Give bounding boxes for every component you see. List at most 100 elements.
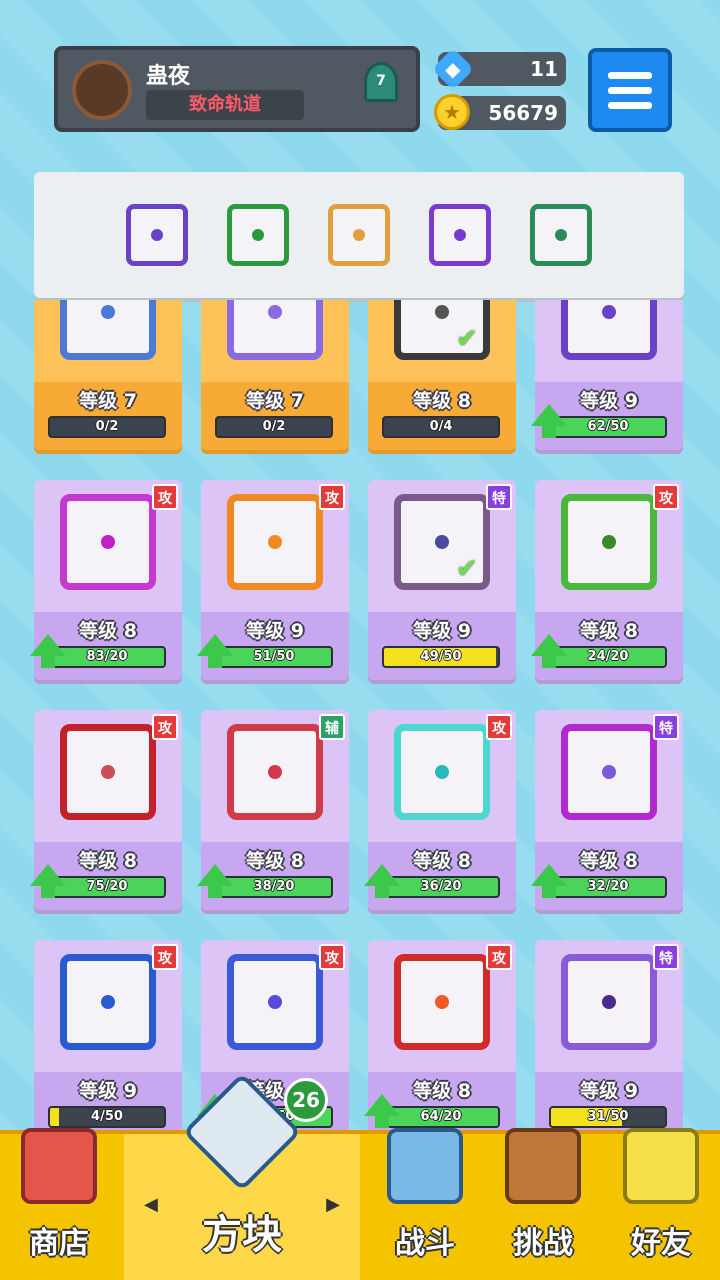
progress-text: 83/20 (86, 649, 128, 664)
upgrade-arrow-icon[interactable] (364, 864, 400, 898)
nav-battle[interactable]: 战斗 (366, 1128, 484, 1280)
dice-pip (268, 305, 282, 319)
dice-level: 等级 8 (413, 390, 471, 412)
coin-counter[interactable]: ★ 56679 (434, 94, 566, 130)
dice-type-tag: 攻 (653, 484, 679, 510)
dice-pip (101, 305, 115, 319)
progress-text: 32/20 (587, 879, 629, 894)
dice-face (60, 300, 156, 360)
dice-card[interactable]: 辅等级 8 38/20 (197, 710, 349, 910)
dice-face (60, 494, 156, 590)
player-profile-panel[interactable]: 蛊夜 致命轨道 7 (54, 46, 420, 132)
dice-face (60, 724, 156, 820)
upgrade-arrow-icon[interactable] (197, 634, 233, 668)
equipped-check-icon: ✔ (456, 324, 478, 354)
upgrade-progress-bar: 49/50 (382, 646, 500, 668)
dice-type-tag: 攻 (319, 944, 345, 970)
dice-type-tag: 攻 (152, 944, 178, 970)
menu-button[interactable] (588, 48, 672, 132)
dice-card[interactable]: 特 ✔ 等级 9 49/50 (368, 480, 516, 680)
upgrade-arrow-icon[interactable] (197, 864, 233, 898)
dice-face (227, 724, 323, 820)
dice-type-tag: 特 (486, 484, 512, 510)
dice-card[interactable]: 特等级 8 32/20 (531, 710, 683, 910)
dice-card[interactable]: 攻等级 8 36/20 (364, 710, 516, 910)
dice-card[interactable]: 攻等级 9 4/50 (34, 940, 182, 1130)
dice-face (227, 494, 323, 590)
dice-face (561, 494, 657, 590)
dice-card[interactable]: 等级 7 0/2 (201, 300, 349, 450)
dice-card[interactable]: 攻等级 8 24/20 (531, 480, 683, 680)
upgrade-arrow-icon[interactable] (531, 864, 567, 898)
equipped-slot-wind-dice[interactable] (530, 204, 592, 266)
dice-level: 等级 7 (79, 390, 137, 412)
dice-face (227, 954, 323, 1050)
friend-character-icon (623, 1128, 699, 1204)
dice-pip (602, 535, 616, 549)
nav-shop[interactable]: 商店 (0, 1128, 118, 1280)
dice-pip (101, 995, 115, 1009)
upgrade-progress-bar: 4/50 (48, 1106, 166, 1128)
dice-card[interactable]: 特等级 9 31/50 (535, 940, 683, 1130)
upgrade-arrow-icon[interactable] (364, 1094, 400, 1128)
dice-pip (101, 765, 115, 779)
dice-level: 等级 9 (580, 1080, 638, 1102)
dice-face (394, 724, 490, 820)
player-title: 致命轨道 (146, 90, 304, 120)
hamburger-icon (608, 71, 652, 79)
dice-type-tag: 攻 (152, 714, 178, 740)
upgrade-arrow-icon[interactable] (30, 864, 66, 898)
avatar[interactable] (72, 60, 132, 120)
nav-dice-label: 方块 (202, 1212, 282, 1258)
dice-face (561, 300, 657, 360)
dice-face (227, 300, 323, 360)
rank-badge: 7 (364, 62, 398, 102)
progress-text: 36/20 (420, 879, 462, 894)
equipped-slot-rainbow-dice[interactable] (328, 204, 390, 266)
equipped-slot-orbit-dice[interactable] (429, 204, 491, 266)
dice-face (561, 954, 657, 1050)
upgrade-progress-bar: 0/2 (48, 416, 166, 438)
dice-face (394, 954, 490, 1050)
nav-dice[interactable]: ◀ ▶ 方块 (124, 1072, 360, 1280)
dice-type-tag: 特 (653, 714, 679, 740)
dice-card[interactable]: 等级 7 0/2 (34, 300, 182, 450)
dice-card[interactable]: 等级 9 62/50 (531, 300, 683, 450)
progress-text: 0/2 (262, 419, 286, 434)
nav-friends[interactable]: 好友 (602, 1128, 720, 1280)
upgrade-arrow-icon[interactable] (30, 634, 66, 668)
dice-pip (602, 305, 616, 319)
dice-pip (252, 229, 264, 241)
dice-card[interactable]: 攻等级 8 75/20 (30, 710, 182, 910)
dice-pip (435, 535, 449, 549)
progress-text: 75/20 (86, 879, 128, 894)
upgrade-arrow-icon[interactable] (531, 634, 567, 668)
dice-face (60, 954, 156, 1050)
upgrade-arrow-icon[interactable] (531, 404, 567, 438)
dice-card[interactable]: 攻等级 9 51/50 (197, 480, 349, 680)
dice-type-tag: 攻 (152, 484, 178, 510)
bottom-nav: 商店 ◀ ▶ 方块 战斗 挑战 好友 (0, 1072, 720, 1280)
dice-collection-grid[interactable]: 等级 7 0/2 等级 7 0/2 ✔ 等级 8 0/4 等级 9 62/50 攻等级 8 83/2… (0, 300, 720, 1130)
nav-challenge[interactable]: 挑战 (484, 1128, 602, 1280)
nav-shop-label: 商店 (29, 1226, 89, 1261)
progress-text: 0/2 (95, 419, 119, 434)
coin-value: 56679 (488, 101, 558, 125)
equipped-slot-saw-dice[interactable] (126, 204, 188, 266)
signboard-icon (505, 1128, 581, 1204)
equipped-slot-poison-dice[interactable] (227, 204, 289, 266)
dice-card[interactable]: 攻等级 8 83/20 (30, 480, 182, 680)
nav-challenge-label: 挑战 (513, 1226, 573, 1261)
shield-sword-icon (387, 1128, 463, 1204)
shop-icon (21, 1128, 97, 1204)
dice-card[interactable]: 攻等级 8 64/20 (364, 940, 516, 1130)
nav-friends-label: 好友 (631, 1226, 691, 1261)
dice-card[interactable]: ✔ 等级 8 0/4 (368, 300, 516, 450)
progress-text: 49/50 (420, 649, 462, 664)
dice-pip (435, 765, 449, 779)
dice-face (561, 724, 657, 820)
progress-text: 31/50 (587, 1109, 629, 1124)
progress-text: 0/4 (429, 419, 453, 434)
gem-counter[interactable]: ◆ 11 (431, 47, 566, 91)
dice-count-badge: 26 (284, 1078, 328, 1122)
